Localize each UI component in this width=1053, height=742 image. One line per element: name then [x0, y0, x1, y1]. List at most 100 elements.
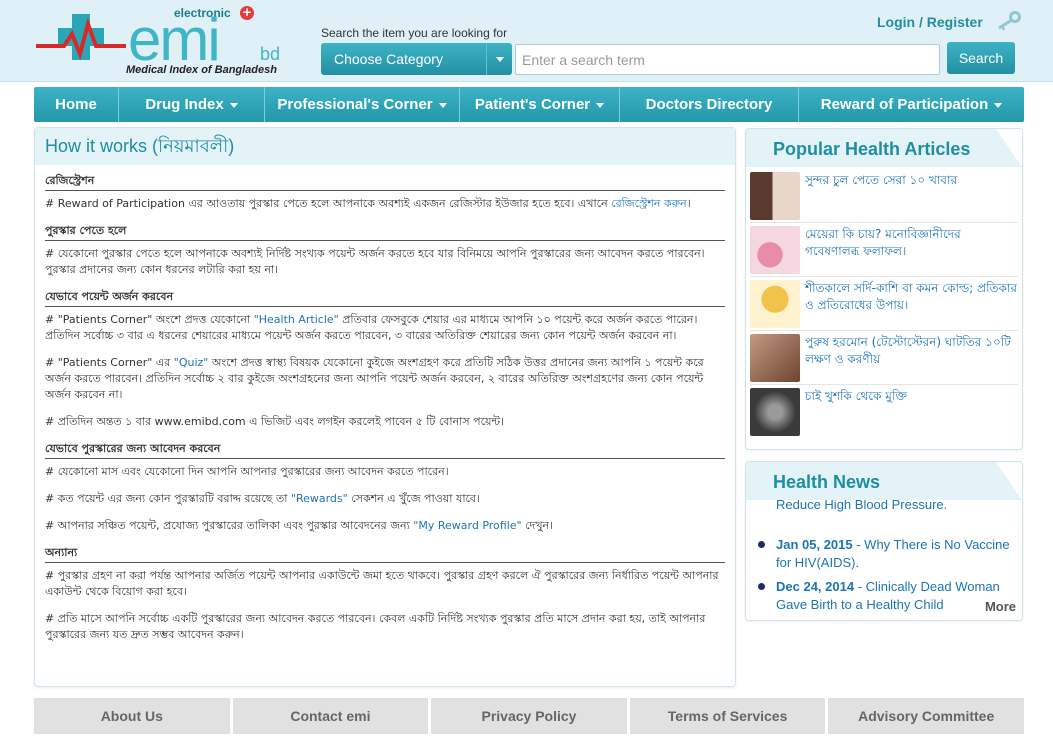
register-link[interactable]: রেজিস্ট্রেশন করুন [611, 197, 687, 210]
category-select[interactable]: Choose Category [321, 43, 512, 75]
search-button[interactable]: Search [947, 42, 1015, 74]
section-heading-others: অন্যান্য [45, 545, 725, 563]
paragraph: # Reward of Participation এর আওতায় পুরস… [45, 196, 725, 212]
category-dropdown-toggle[interactable] [486, 43, 512, 75]
list-item[interactable]: মেয়েরা কি চায়? মনোবিজ্ঞানীদের গবেষণালব… [750, 223, 1018, 277]
chevron-down-icon [438, 102, 447, 108]
paragraph-text: # আপনার সঞ্চিত পয়েন্ট, প্রযোজ্য পুরস্কা… [45, 519, 414, 532]
news-ticker: Reduce High Blood Pressure. Jan 05, 2015… [746, 500, 1022, 618]
section-heading-get-reward: পুরস্কার পেতে হলে [45, 223, 725, 241]
nav-reward-label: Reward of Participation [820, 96, 989, 113]
bullet-icon [758, 541, 765, 548]
nav-professionals-corner[interactable]: Professional's Corner [265, 87, 460, 122]
paragraph-text: দেখুন। [521, 519, 554, 532]
paragraph-text: সেকশন এ খুঁজে পাওয়া যাবে। [347, 492, 480, 505]
health-news-title: Health News [746, 462, 1022, 500]
page-title: How it works (নিয়মাবলী) [35, 128, 735, 165]
footer-contact[interactable]: Contact emi [232, 698, 429, 734]
nav-drug-index-label: Drug Index [145, 96, 224, 113]
site-header: electronic + emi bd Medical Index of Ban… [0, 0, 1053, 82]
nav-reward-of-participation[interactable]: Reward of Participation [799, 87, 1024, 122]
article-link[interactable]: সুন্দর চুল পেতে সেরা ১০ খাবার [805, 172, 957, 222]
chevron-down-icon [596, 102, 605, 108]
paragraph: # "Patients Corner" এর "Quiz" অংশে প্রদত… [45, 355, 725, 403]
more-news-link[interactable]: More [980, 599, 1016, 614]
news-item[interactable]: Dec 24, 2014 - Clinically Dead Woman Gav… [758, 578, 1012, 614]
paragraph-text: # Reward of Participation এর আওতায় পুরস… [45, 197, 612, 210]
news-date: Dec 24, 2014 [776, 579, 855, 594]
how-it-works-body: রেজিস্ট্রেশন # Reward of Participation এ… [35, 165, 735, 643]
chevron-down-icon [496, 57, 504, 62]
list-item[interactable]: পুরুষ হরমোন (টেস্টোস্টেরন) ঘাটতির ১০টি ল… [750, 331, 1018, 385]
paragraph-text: # "Patients Corner" অংশে প্রদত্ত যেকোনো [45, 313, 254, 326]
logo-emi-text: emi [128, 6, 221, 73]
footer-terms[interactable]: Terms of Services [629, 698, 826, 734]
article-link[interactable]: পুরুষ হরমোন (টেস্টোস্টেরন) ঘাটতির ১০টি ল… [805, 334, 1018, 384]
main-nav: Home Drug Index Professional's Corner Pa… [34, 87, 1024, 122]
plus-badge-icon: + [240, 5, 254, 20]
login-register-link[interactable]: Login / Register [877, 14, 983, 30]
list-item[interactable]: সুন্দর চুল পেতে সেরা ১০ খাবার [750, 169, 1018, 223]
paragraph: # যেকোনো মাস এবং যেকোনো দিন আপনি আপনার প… [45, 465, 449, 478]
paragraph-text: # কত পয়েন্ট এর জন্য কোন পুরস্কারটি বরাদ… [45, 492, 291, 505]
search-hint: Search the item you are looking for [321, 26, 508, 40]
section-heading-registration: রেজিস্ট্রেশন [45, 173, 725, 191]
article-link[interactable]: চাই খুশকি থেকে মুক্তি [805, 388, 907, 439]
paragraph: # "Patients Corner" অংশে প্রদত্ত যেকোনো … [45, 312, 725, 344]
news-date: Jan 05, 2015 [776, 537, 853, 552]
article-thumbnail[interactable] [750, 388, 800, 436]
article-link[interactable]: শীতকালে সর্দি-কাশি বা কমন কোল্ড; প্রতিকা… [805, 280, 1018, 330]
paragraph-text: । [686, 197, 691, 210]
paragraph: # কত পয়েন্ট এর জন্য কোন পুরস্কারটি বরাদ… [45, 491, 725, 507]
paragraph: # পুরস্কার গ্রহণ না করা পর্যন্ত আপনার অর… [45, 569, 719, 598]
section-heading-earn-points: যেভাবে পয়েন্ট অর্জন করবেন [45, 289, 725, 307]
nav-home[interactable]: Home [34, 87, 119, 122]
paragraph: # প্রতিদিন অন্তত ১ বার www.emibd.com এ ভ… [45, 415, 505, 428]
list-item[interactable]: শীতকালে সর্দি-কাশি বা কমন কোল্ড; প্রতিকা… [750, 277, 1018, 331]
article-thumbnail[interactable] [750, 334, 800, 382]
site-footer: About Us Contact emi Privacy Policy Term… [34, 698, 1024, 734]
popular-articles-box: Popular Health Articles সুন্দর চুল পেতে … [745, 128, 1023, 450]
medical-cross-logo-icon [36, 14, 126, 61]
article-thumbnail[interactable] [750, 226, 800, 274]
logo-tagline: Medical Index of Bangladesh [126, 64, 277, 76]
article-thumbnail[interactable] [750, 280, 800, 328]
news-item[interactable]: Reduce High Blood Pressure. [758, 500, 1012, 514]
paragraph: # প্রতি মাসে আপনি সর্বোচ্চ একটি পুরস্কার… [45, 612, 706, 641]
bullet-icon [758, 583, 765, 590]
list-item[interactable]: চাই খুশকি থেকে মুক্তি [750, 385, 1018, 439]
how-it-works-panel: How it works (নিয়মাবলী) রেজিস্ট্রেশন # … [34, 127, 736, 687]
popular-articles-title: Popular Health Articles [746, 129, 1022, 167]
paragraph: # যেকোনো পুরস্কার পেতে হলে আপনাকে অবশ্যই… [45, 247, 705, 276]
chevron-down-icon [994, 102, 1003, 108]
logo-bd-text: bd [260, 44, 281, 64]
nav-doctors-directory-label: Doctors Directory [645, 96, 773, 113]
search-input[interactable] [515, 44, 940, 75]
health-news-box: Health News Reduce High Blood Pressure. … [745, 461, 1023, 621]
paragraph-text: # "Patients Corner" এর [45, 356, 174, 369]
nav-doctors-directory[interactable]: Doctors Directory [620, 87, 799, 122]
my-reward-profile-link[interactable]: "My Reward Profile" [413, 519, 521, 532]
quiz-link[interactable]: "Quiz" [174, 356, 209, 369]
section-heading-apply-reward: যেভাবে পুরস্কারের জন্য আবেদন করবেন [45, 441, 725, 459]
article-thumbnail[interactable] [750, 172, 800, 220]
footer-privacy-policy[interactable]: Privacy Policy [431, 698, 627, 734]
news-partial-text: Reduce High Blood Pressure. [776, 500, 948, 512]
footer-advisory-committee[interactable]: Advisory Committee [828, 698, 1024, 734]
category-select-label: Choose Category [334, 51, 443, 67]
nav-patients-corner[interactable]: Patient's Corner [460, 87, 620, 122]
nav-drug-index[interactable]: Drug Index [119, 87, 265, 122]
chevron-down-icon [229, 102, 238, 108]
news-item[interactable]: Jan 05, 2015 - Why There is No Vaccine f… [758, 536, 1012, 572]
nav-home-label: Home [55, 96, 97, 113]
health-article-link[interactable]: "Health Article" [254, 313, 339, 326]
nav-patients-corner-label: Patient's Corner [474, 96, 591, 113]
paragraph: # আপনার সঞ্চিত পয়েন্ট, প্রযোজ্য পুরস্কা… [45, 518, 725, 534]
key-icon[interactable] [995, 11, 1021, 31]
footer-about-us[interactable]: About Us [34, 698, 230, 734]
nav-professionals-corner-label: Professional's Corner [277, 96, 433, 113]
popular-articles-list: সুন্দর চুল পেতে সেরা ১০ খাবার মেয়েরা কি… [746, 167, 1022, 439]
article-link[interactable]: মেয়েরা কি চায়? মনোবিজ্ঞানীদের গবেষণালব… [805, 226, 1018, 276]
rewards-link[interactable]: "Rewards" [291, 492, 348, 505]
site-logo[interactable]: electronic + emi bd Medical Index of Ban… [36, 6, 298, 80]
